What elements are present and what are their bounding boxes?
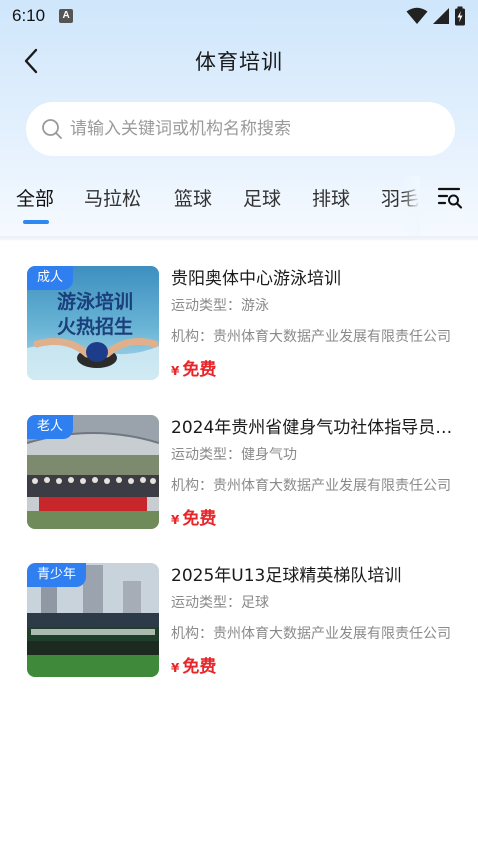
status-time: 6:10 — [12, 6, 46, 25]
notification-icon: A — [59, 9, 74, 23]
organization: 机构：贵州体育大数据产业发展有限责任公司 — [171, 478, 451, 494]
organization: 机构：贵州体育大数据产业发展有限责任公司 — [171, 626, 451, 642]
tab-marathon[interactable]: 马拉松 — [84, 184, 141, 211]
currency-symbol: ¥ — [171, 661, 180, 675]
wifi-icon — [406, 7, 428, 24]
price-value: 免费 — [182, 657, 217, 677]
audience-tag: 青少年 — [27, 563, 87, 587]
course-card[interactable]: 游泳培训 火热招生 成人 贵阳奥体中心游泳培训 运动类型：游泳 机构：贵州体育大… — [0, 248, 478, 388]
currency-symbol: ¥ — [171, 513, 180, 527]
status-icons — [406, 6, 466, 26]
course-card[interactable]: 青少年 2025年U13足球精英梯队培训 运动类型：足球 机构：贵州体育大数据产… — [0, 545, 478, 685]
course-price: ¥ 免费 — [171, 355, 216, 380]
course-price: ¥ 免费 — [171, 504, 216, 529]
audience-tag: 成人 — [27, 266, 74, 290]
tab-all[interactable]: 全部 — [16, 184, 54, 211]
signal-icon — [433, 8, 449, 24]
course-title: 2024年贵州省健身气功社体指导员培训 — [171, 418, 455, 438]
status-bar: 6:10 A — [0, 0, 478, 32]
battery-icon — [455, 6, 465, 26]
page-title: 体育培训 — [195, 50, 283, 74]
audience-tag: 老人 — [27, 415, 74, 439]
course-thumbnail: 老人 — [27, 415, 159, 529]
course-thumbnail: 青少年 — [27, 563, 159, 677]
currency-symbol: ¥ — [171, 364, 180, 378]
price-value: 免费 — [182, 509, 217, 529]
tab-scroll-area[interactable]: 全部 马拉松 篮球 足球 排球 羽毛 — [0, 176, 420, 236]
organization: 机构：贵州体育大数据产业发展有限责任公司 — [171, 329, 451, 345]
tab-fade — [402, 176, 420, 236]
price-value: 免费 — [182, 360, 217, 380]
sport-type: 运动类型：足球 — [171, 595, 269, 611]
sport-type: 运动类型：健身气功 — [171, 447, 297, 463]
thumbnail-caption-line-1: 游泳培训 — [56, 291, 133, 313]
tab-basketball[interactable]: 篮球 — [174, 184, 212, 211]
course-title: 2025年U13足球精英梯队培训 — [171, 566, 402, 586]
search-icon — [42, 119, 62, 139]
thumbnail-caption-line-2: 火热招生 — [56, 316, 133, 338]
list-search-icon — [437, 187, 463, 209]
active-tab-indicator — [23, 220, 49, 224]
course-card[interactable]: 老人 2024年贵州省健身气功社体指导员培训 运动类型：健身气功 机构：贵州体育… — [0, 397, 478, 537]
tabs-divider — [0, 236, 478, 242]
tab-football[interactable]: 足球 — [243, 184, 281, 211]
search-input[interactable] — [70, 119, 430, 139]
sport-type: 运动类型：游泳 — [171, 298, 269, 314]
category-tabs: 全部 马拉松 篮球 足球 排球 羽毛 — [0, 176, 478, 236]
course-title: 贵阳奥体中心游泳培训 — [171, 269, 341, 289]
thumbnail-caption: 游泳培训 火热招生 — [33, 290, 157, 340]
course-thumbnail: 游泳培训 火热招生 成人 — [27, 266, 159, 380]
filter-button[interactable] — [436, 184, 464, 212]
search-box[interactable] — [26, 102, 455, 156]
nav-bar: 体育培训 — [0, 38, 478, 84]
tab-volleyball[interactable]: 排球 — [312, 184, 350, 211]
course-price: ¥ 免费 — [171, 652, 216, 677]
